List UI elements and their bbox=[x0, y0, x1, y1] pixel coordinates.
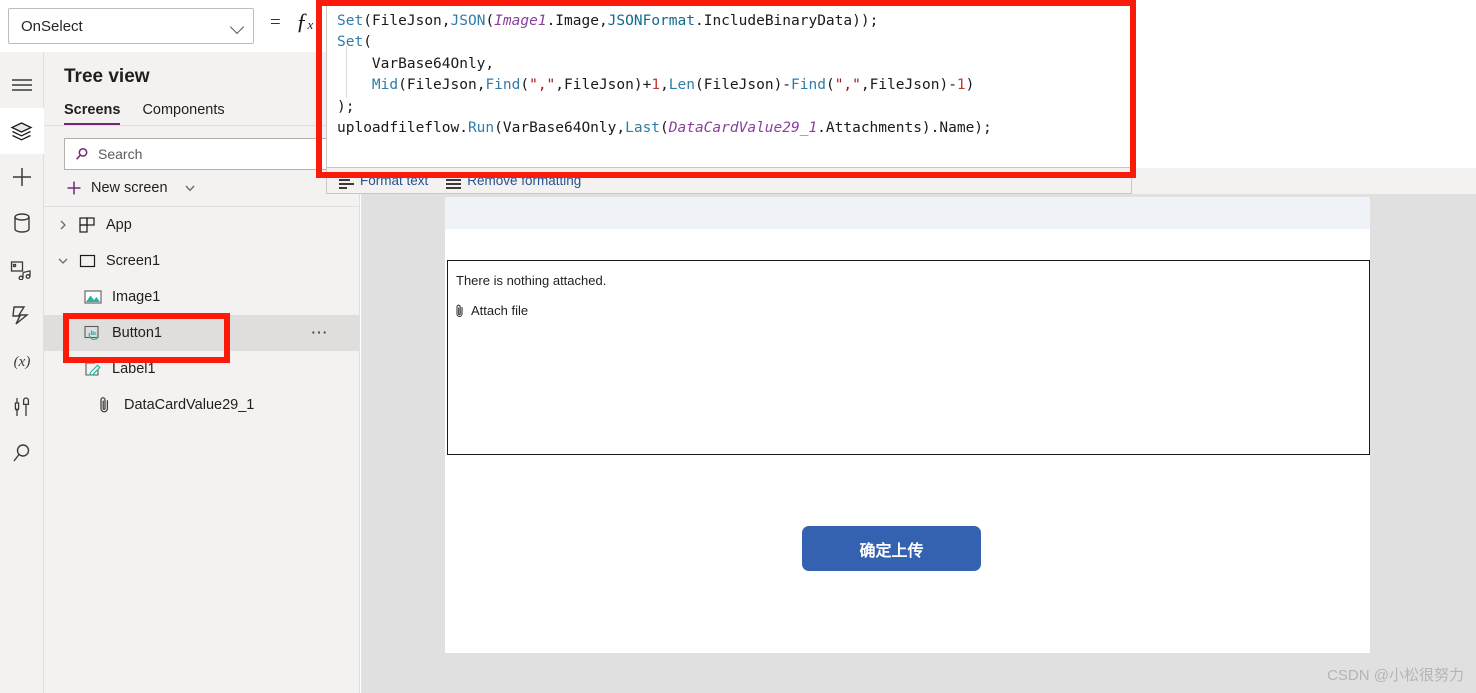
tree-item-label: App bbox=[106, 217, 132, 233]
chevron-down-icon bbox=[231, 19, 245, 33]
new-screen-button[interactable]: New screen bbox=[44, 170, 359, 206]
search-icon bbox=[76, 147, 88, 160]
tab-components-label: Components bbox=[142, 102, 225, 118]
indent-guide-line bbox=[346, 46, 347, 98]
tree-view-panel: Tree view Screens Components Search New … bbox=[44, 52, 360, 693]
equals-sign: = bbox=[270, 12, 281, 33]
tree-item-label: Button1 bbox=[112, 325, 162, 341]
plus-icon bbox=[67, 181, 81, 195]
left-icon-rail: (x) bbox=[0, 52, 44, 693]
chevron-down-icon bbox=[185, 185, 195, 192]
formula-line: ); bbox=[337, 98, 355, 115]
attachment-empty-message: There is nothing attached. bbox=[456, 273, 607, 288]
tree-item-label: Screen1 bbox=[106, 253, 161, 269]
format-text-button[interactable]: Format text bbox=[339, 173, 429, 189]
layers-tree-view-icon[interactable] bbox=[0, 108, 44, 154]
formula-editor[interactable]: Set(FileJson,JSON(Image1.Image,JSONForma… bbox=[326, 4, 1132, 168]
tree-item-more-menu[interactable]: ⋯ bbox=[311, 324, 330, 341]
tabs-divider bbox=[44, 125, 359, 126]
variables-x-icon[interactable]: (x) bbox=[0, 338, 44, 384]
tree-view-tabs: Screens Components bbox=[44, 88, 359, 125]
new-screen-label: New screen bbox=[91, 180, 168, 196]
property-dropdown[interactable]: OnSelect bbox=[8, 8, 254, 44]
remove-formatting-label: Remove formatting bbox=[467, 173, 582, 188]
database-data-icon[interactable] bbox=[0, 200, 44, 246]
tree-item-list: App Screen1 Image1 Button1 ⋯ Label1 Data… bbox=[44, 207, 359, 423]
remove-formatting-icon bbox=[446, 174, 462, 189]
app-grid-icon bbox=[74, 216, 100, 234]
hamburger-menu-icon[interactable] bbox=[0, 62, 44, 108]
tree-view-title: Tree view bbox=[64, 66, 150, 87]
attach-file-button[interactable]: Attach file bbox=[448, 288, 1369, 318]
search-input[interactable]: Search bbox=[64, 138, 345, 170]
format-text-label: Format text bbox=[360, 173, 429, 188]
formula-line: uploadfileflow.Run(VarBase64Only,Last(Da… bbox=[337, 120, 992, 137]
tab-components[interactable]: Components bbox=[142, 102, 224, 125]
label-pencil-icon bbox=[80, 361, 106, 378]
watermark: CSDN @小松很努力 bbox=[1327, 667, 1464, 684]
upload-confirm-label: 确定上传 bbox=[859, 542, 924, 560]
tab-screens-label: Screens bbox=[64, 102, 121, 118]
remove-formatting-button[interactable]: Remove formatting bbox=[446, 173, 582, 189]
property-dropdown-value: OnSelect bbox=[21, 17, 83, 35]
media-icon[interactable] bbox=[0, 246, 44, 292]
tree-item-app[interactable]: App bbox=[44, 207, 359, 243]
button-cursor-icon bbox=[80, 325, 106, 342]
tree-item-label: Label1 bbox=[112, 361, 156, 377]
app-canvas: There is nothing attached. Attach file 确… bbox=[361, 194, 1476, 693]
chevron-down-icon[interactable] bbox=[52, 255, 74, 267]
paperclip-icon bbox=[456, 304, 463, 317]
formula-line: Mid(FileJson,Find(",",FileJson)+1,Len(Fi… bbox=[371, 77, 975, 94]
fx-icon: ƒx bbox=[296, 9, 314, 34]
chevron-right-icon[interactable] bbox=[52, 219, 74, 231]
search-icon[interactable] bbox=[0, 430, 44, 476]
tree-item-datacardvalue[interactable]: DataCardValue29_1 bbox=[44, 387, 359, 423]
tree-item-screen1[interactable]: Screen1 bbox=[44, 243, 359, 279]
screen-header-band bbox=[445, 197, 1370, 229]
attachment-control[interactable]: There is nothing attached. Attach file bbox=[447, 260, 1370, 455]
tree-item-label: DataCardValue29_1 bbox=[124, 397, 255, 413]
attach-file-label: Attach file bbox=[471, 303, 529, 318]
format-text-icon bbox=[339, 174, 354, 189]
powerapps-studio-window: OnSelect = ƒx Set(FileJson,JSON(Image1.I… bbox=[0, 0, 1476, 693]
tree-item-label1[interactable]: Label1 bbox=[44, 351, 359, 387]
power-automate-icon[interactable] bbox=[0, 292, 44, 338]
formula-code-text: Set(FileJson,JSON(Image1.Image,JSONForma… bbox=[337, 11, 1123, 139]
tree-item-image1[interactable]: Image1 bbox=[44, 279, 359, 315]
app-screen-preview[interactable]: There is nothing attached. Attach file 确… bbox=[445, 197, 1370, 653]
formula-format-toolbar: Format text Remove formatting bbox=[326, 168, 1132, 194]
formula-line: Set( bbox=[337, 34, 372, 51]
attachment-paperclip-icon bbox=[92, 396, 118, 414]
formula-line: VarBase64Only, bbox=[337, 55, 495, 72]
svg-text:(x): (x) bbox=[13, 354, 30, 370]
image-icon bbox=[80, 289, 106, 305]
tree-item-button1[interactable]: Button1 ⋯ bbox=[44, 315, 359, 351]
formula-line: Set(FileJson,JSON(Image1.Image,JSONForma… bbox=[337, 13, 879, 29]
tree-item-label: Image1 bbox=[112, 289, 161, 305]
screen-rect-icon bbox=[74, 253, 100, 270]
plus-insert-icon[interactable] bbox=[0, 154, 44, 200]
search-placeholder: Search bbox=[98, 146, 143, 162]
upload-confirm-button[interactable]: 确定上传 bbox=[802, 526, 981, 571]
tab-screens[interactable]: Screens bbox=[64, 102, 121, 125]
tools-icon[interactable] bbox=[0, 384, 44, 430]
